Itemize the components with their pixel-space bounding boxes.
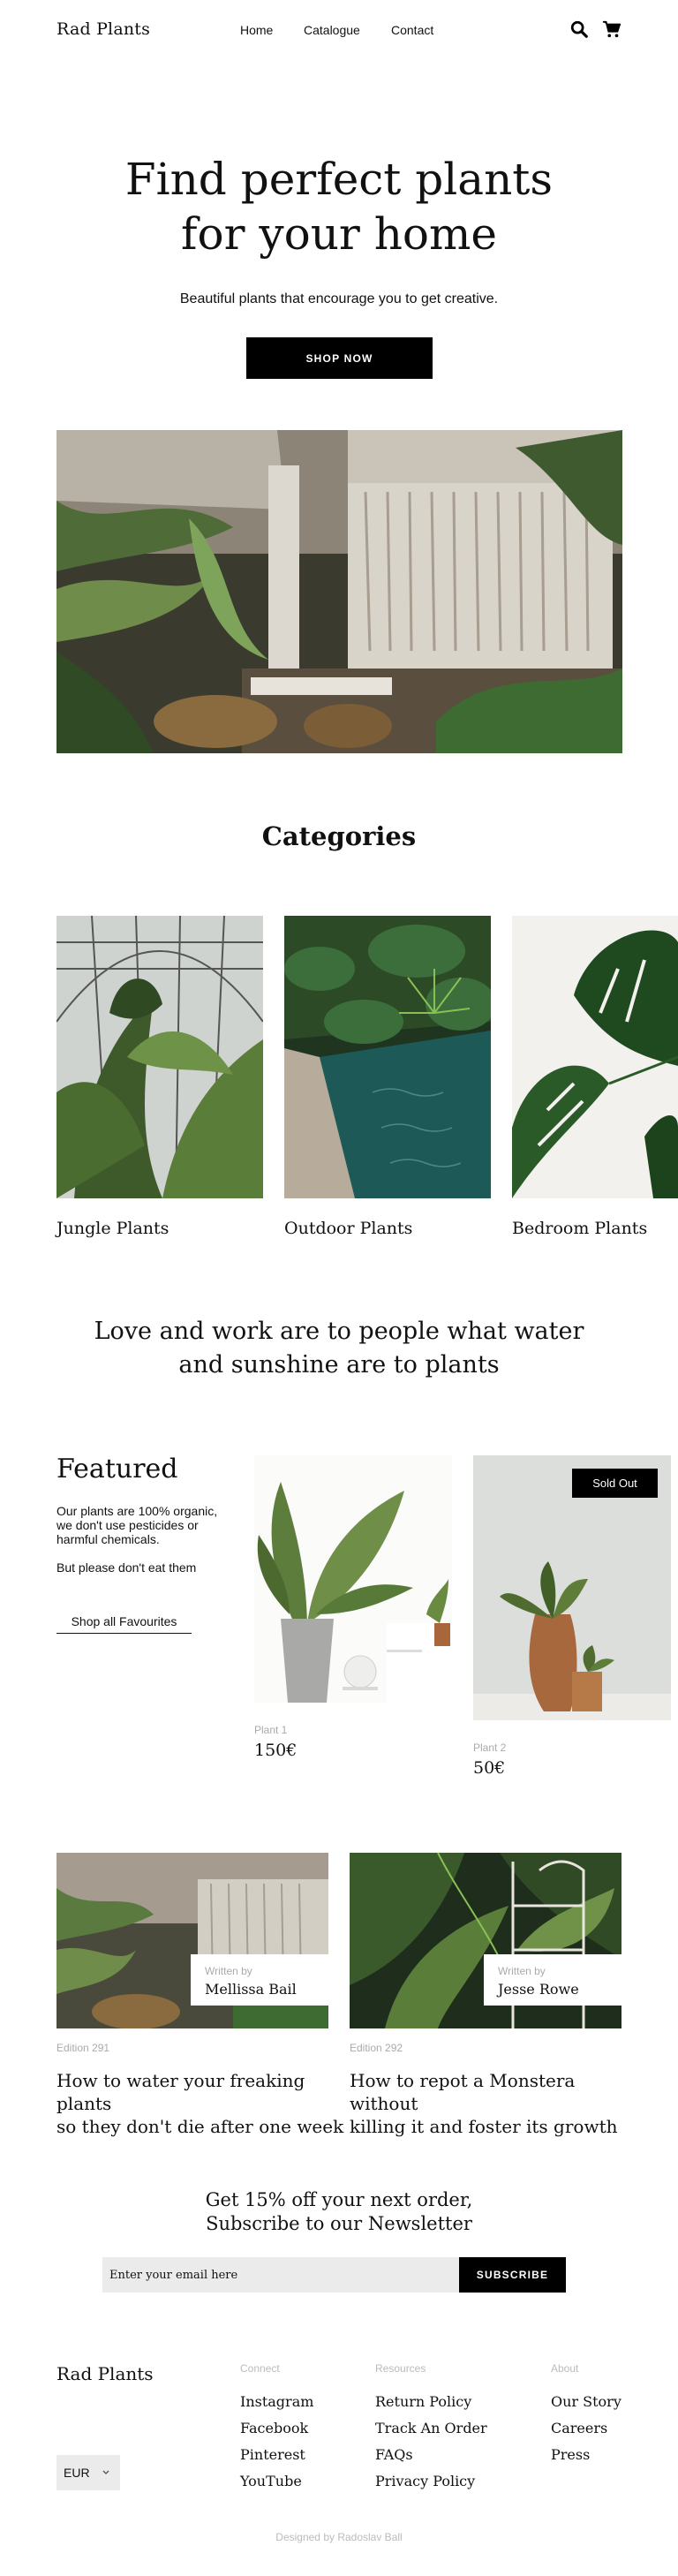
sold-out-badge: Sold Out xyxy=(572,1469,658,1498)
shop-favourites-link[interactable]: Shop all Favourites xyxy=(56,1609,192,1634)
footer-logo[interactable]: Rad Plants xyxy=(56,2363,154,2384)
subscribe-button[interactable]: SUBSCRIBE xyxy=(459,2257,566,2293)
search-icon[interactable] xyxy=(569,19,589,39)
footer-link-youtube[interactable]: YouTube xyxy=(240,2473,302,2489)
hero-subtitle: Beautiful plants that encourage you to g… xyxy=(179,291,499,306)
author-card-1: Written by Mellissa Bail xyxy=(191,1954,328,2006)
designer-credit: Designed by Radoslav Ball xyxy=(275,2531,403,2543)
category-label-jungle[interactable]: Jungle Plants xyxy=(56,1219,169,1238)
categories-title: Categories xyxy=(261,821,417,851)
newsletter-line2: Subscribe to our Newsletter xyxy=(206,2213,472,2234)
blog-title-2-line2: killing it and foster its growth xyxy=(350,2116,618,2137)
product-name-2: Plant 2 xyxy=(473,1741,507,1754)
footer-link-our-story[interactable]: Our Story xyxy=(551,2393,622,2410)
footer-link-press[interactable]: Press xyxy=(551,2446,590,2463)
currency-select[interactable]: EUR xyxy=(56,2455,120,2490)
shop-now-button[interactable]: SHOP NOW xyxy=(246,337,433,379)
category-label-outdoor[interactable]: Outdoor Plants xyxy=(284,1219,412,1238)
product-name-1: Plant 1 xyxy=(254,1724,288,1736)
product-price-1: 150€ xyxy=(254,1741,298,1760)
footer-link-careers[interactable]: Careers xyxy=(551,2420,607,2436)
footer-heading-resources: Resources xyxy=(375,2362,426,2375)
blog-edition-2: Edition 292 xyxy=(350,2042,403,2054)
nav-home[interactable]: Home xyxy=(240,23,273,37)
author-name[interactable]: Jesse Rowe xyxy=(498,1981,607,1998)
blog-title-1-line2: so they don't die after one week xyxy=(56,2116,344,2137)
footer-link-pinterest[interactable]: Pinterest xyxy=(240,2446,305,2463)
nav-contact[interactable]: Contact xyxy=(391,23,433,37)
hero-title-line2: for your home xyxy=(180,208,498,260)
newsletter-title: Get 15% off your next order, Subscribe t… xyxy=(0,2188,678,2236)
category-label-bedroom[interactable]: Bedroom Plants xyxy=(512,1219,647,1238)
featured-title: Featured xyxy=(56,1454,178,1484)
author-card-2: Written by Jesse Rowe xyxy=(484,1954,622,2006)
blog-title-2-line1: How to repot a Monstera without xyxy=(350,2070,576,2114)
hero-image xyxy=(56,430,622,753)
hero-title-line1: Find perfect plants xyxy=(124,154,554,205)
footer-link-return-policy[interactable]: Return Policy xyxy=(375,2393,471,2410)
chevron-down-icon xyxy=(102,2470,109,2474)
footer-link-instagram[interactable]: Instagram xyxy=(240,2393,313,2410)
written-by-label: Written by xyxy=(498,1965,546,1977)
author-name[interactable]: Mellissa Bail xyxy=(205,1981,314,1998)
footer-link-facebook[interactable]: Facebook xyxy=(240,2420,308,2436)
product-image-1[interactable] xyxy=(254,1455,452,1703)
footer-link-privacy-policy[interactable]: Privacy Policy xyxy=(375,2473,475,2489)
footer-link-track-order[interactable]: Track An Order xyxy=(375,2420,487,2436)
site-logo[interactable]: Rad Plants xyxy=(56,19,150,39)
blog-title-1[interactable]: How to water your freaking plants so the… xyxy=(56,2069,348,2138)
featured-text-1: Our plants are 100% organic, we don't us… xyxy=(56,1504,218,1546)
written-by-label: Written by xyxy=(205,1965,252,1977)
category-image-bedroom[interactable] xyxy=(512,916,678,1198)
cart-icon[interactable] xyxy=(602,19,622,39)
quote-line1: Love and work are to people what water xyxy=(94,1318,584,1345)
blog-title-1-line1: How to water your freaking plants xyxy=(56,2070,305,2114)
category-image-outdoor[interactable] xyxy=(284,916,491,1198)
footer-link-faqs[interactable]: FAQs xyxy=(375,2446,413,2463)
blog-title-2[interactable]: How to repot a Monstera without killing … xyxy=(350,2069,641,2138)
currency-value: EUR xyxy=(64,2466,90,2480)
hero-title: Find perfect plants for your home xyxy=(0,152,678,261)
product-price-2: 50€ xyxy=(473,1758,506,1778)
blog-edition-1: Edition 291 xyxy=(56,2042,110,2054)
newsletter-line1: Get 15% off your next order, xyxy=(205,2189,473,2210)
footer-heading-connect: Connect xyxy=(240,2362,280,2375)
quote-line2: and sunshine are to plants xyxy=(178,1351,500,1379)
email-input[interactable] xyxy=(102,2257,459,2293)
featured-text-2: But please don't eat them xyxy=(56,1560,197,1575)
footer-heading-about: About xyxy=(551,2362,579,2375)
quote: Love and work are to people what water a… xyxy=(74,1315,604,1382)
category-image-jungle[interactable] xyxy=(56,916,263,1198)
nav-catalogue[interactable]: Catalogue xyxy=(304,23,360,37)
featured-description: Our plants are 100% organic, we don't us… xyxy=(56,1504,233,1575)
